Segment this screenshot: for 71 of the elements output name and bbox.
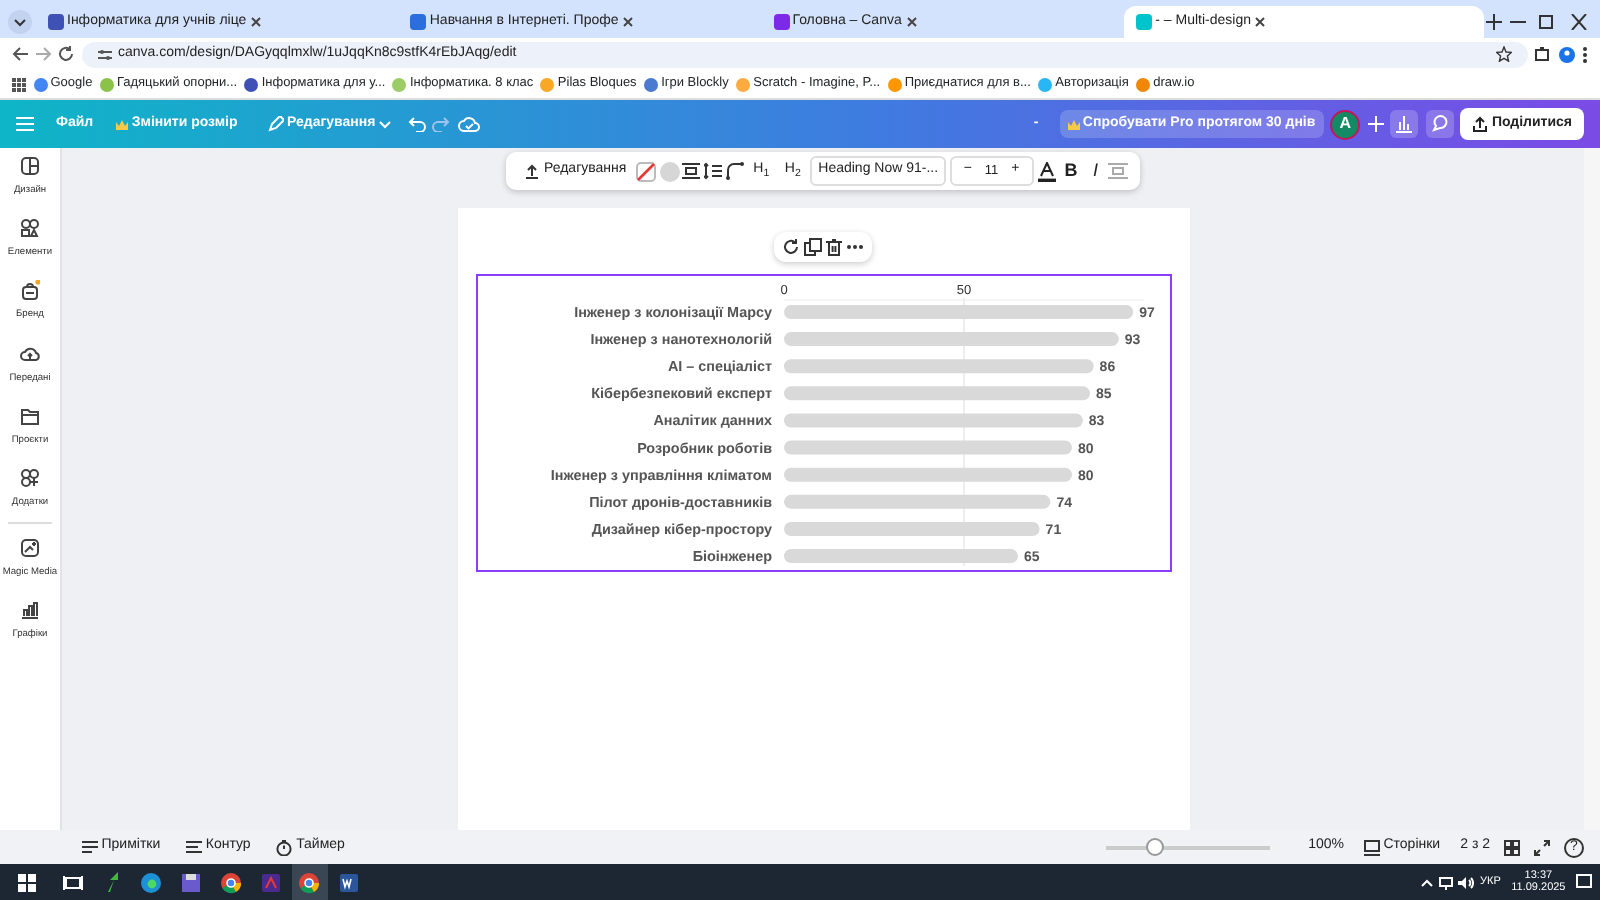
crown-icon — [116, 119, 129, 129]
close-icon[interactable] — [905, 16, 918, 28]
notifications-icon[interactable] — [1576, 874, 1592, 890]
shapes-icon — [19, 218, 40, 239]
start-icon — [15, 871, 37, 893]
grid-view-icon[interactable] — [1504, 839, 1520, 855]
timer-icon — [276, 839, 293, 855]
cloud-upload-icon — [20, 343, 40, 364]
favicon-icon — [47, 14, 64, 30]
color-swatch-icon[interactable] — [659, 161, 680, 181]
app-icon — [259, 871, 281, 893]
briefcase-icon — [20, 280, 40, 301]
back-icon[interactable] — [12, 46, 28, 62]
italic-button[interactable]: I — [1087, 157, 1105, 185]
chart-selection-frame[interactable] — [475, 274, 1171, 572]
refresh-icon[interactable] — [782, 238, 801, 256]
star-icon[interactable] — [1495, 46, 1511, 62]
new-tab-icon[interactable] — [1486, 14, 1503, 30]
crown-icon — [1067, 119, 1080, 129]
task-view-icon — [61, 871, 84, 893]
bold-button[interactable]: B — [1058, 157, 1084, 185]
site-settings-icon[interactable] — [97, 47, 111, 61]
layout-icon — [20, 156, 40, 176]
browser-icon — [219, 871, 242, 893]
copy-icon[interactable] — [804, 238, 823, 256]
bar-chart-icon — [20, 600, 40, 621]
slider-thumb[interactable] — [1146, 837, 1165, 855]
text-color-icon[interactable] — [1037, 161, 1055, 181]
network-icon[interactable] — [1437, 875, 1454, 889]
cloud-check-icon[interactable] — [457, 116, 480, 132]
chevron-up-icon[interactable] — [1420, 877, 1434, 887]
edit-text-icon — [524, 163, 541, 179]
no-color-icon[interactable] — [635, 161, 656, 181]
profile-icon[interactable] — [1557, 45, 1575, 63]
document-app-icon — [338, 871, 360, 893]
taskbar-button[interactable] — [291, 864, 328, 900]
trash-icon[interactable] — [825, 238, 842, 256]
spacing-icon[interactable] — [682, 162, 701, 180]
browser-icon — [140, 871, 163, 893]
more-icon[interactable] — [1582, 45, 1588, 63]
pen-icon — [267, 116, 284, 132]
favicon-icon — [773, 14, 789, 30]
pages-icon — [1363, 839, 1380, 855]
fullscreen-icon[interactable] — [1534, 839, 1550, 855]
browser-icon — [298, 871, 321, 893]
close-icon[interactable] — [622, 16, 635, 28]
upload-icon — [1472, 116, 1489, 132]
line-spacing-icon[interactable] — [704, 162, 723, 180]
dropdown-icon[interactable] — [8, 10, 32, 34]
extensions-icon[interactable] — [1534, 46, 1550, 62]
notes-icon — [82, 840, 98, 854]
plus-icon[interactable] — [1367, 116, 1384, 132]
analytics-icon[interactable] — [1390, 110, 1419, 138]
curve-icon[interactable] — [725, 162, 744, 180]
favicon-icon — [1135, 14, 1152, 30]
undo-icon[interactable] — [407, 116, 426, 132]
caret-icon — [378, 119, 393, 129]
scrollbar[interactable] — [1584, 148, 1600, 830]
avatar[interactable]: A — [1330, 109, 1361, 139]
favicon-icon — [410, 14, 427, 30]
close-icon[interactable] — [1254, 16, 1267, 28]
apps-grid-icon[interactable] — [12, 77, 26, 91]
comment-icon[interactable] — [1425, 110, 1454, 138]
folder-icon — [19, 405, 40, 426]
reload-icon[interactable] — [58, 46, 74, 62]
outline-icon — [186, 840, 203, 854]
close-icon[interactable] — [249, 16, 262, 28]
image-sparkle-icon — [19, 538, 40, 559]
more-icon[interactable] — [845, 244, 864, 250]
volume-icon[interactable] — [1457, 875, 1473, 889]
apps-icon — [19, 467, 40, 488]
